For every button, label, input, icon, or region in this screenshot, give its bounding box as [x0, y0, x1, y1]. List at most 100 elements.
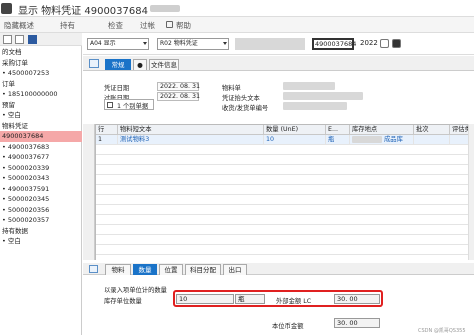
post-date-field[interactable]: 2022. 08. 31	[157, 92, 200, 101]
tree-item[interactable]: • 4900037591	[0, 184, 82, 195]
table-row[interactable]	[96, 225, 474, 235]
tree-item[interactable]: • 5000020356	[0, 205, 82, 216]
cell-line: 1	[96, 135, 118, 145]
valuation-label: 本位币金额	[272, 323, 304, 330]
execute-icon[interactable]	[380, 39, 389, 48]
grid-scrollbar[interactable]	[468, 124, 474, 260]
table-row[interactable]	[96, 145, 474, 155]
cell-qty: 10	[264, 135, 326, 145]
column-batch[interactable]: 批次	[414, 125, 450, 135]
tree-item[interactable]: • 5000020343	[0, 173, 82, 184]
doc-date-label: 凭证日期	[104, 85, 130, 92]
tree-item[interactable]: 采购订单	[0, 58, 82, 69]
redacted-header-text	[283, 92, 363, 100]
tree-item[interactable]: • 4500007253	[0, 68, 82, 79]
item-grid: 行 物料短文本 数量 (UnE) E... 库存地点 批次 评估类型 1 测试物…	[95, 124, 474, 260]
location-text: 成品库	[384, 136, 403, 143]
menu-check[interactable]: 检查	[108, 20, 123, 31]
tree-item[interactable]: 的文档	[0, 47, 82, 58]
redacted-material-slip	[283, 82, 335, 90]
column-location[interactable]: 库存地点	[350, 125, 414, 135]
watermark: CSDN @凯哥QS355	[418, 328, 466, 334]
row-selector-column	[83, 124, 95, 260]
table-row[interactable]: 1 测试物料3 10 瓶 成品库	[96, 135, 474, 145]
collapse-icon[interactable]	[3, 35, 12, 44]
cell-material: 测试物料3	[118, 135, 264, 145]
highlight-box	[173, 290, 383, 307]
tree-item[interactable]: • 5000020339	[0, 163, 82, 174]
column-unit[interactable]: E...	[326, 125, 350, 135]
tab-export[interactable]: 出口	[223, 264, 247, 275]
table-row[interactable]	[96, 185, 474, 195]
document-tree-panel: 的文档 采购订单 • 4500007253 订单 • 185100000000 …	[0, 33, 82, 335]
entry-qty-label: 以录入项单位计的数量	[104, 287, 167, 294]
header-toggle-icon[interactable]	[89, 59, 99, 68]
table-row[interactable]	[96, 235, 474, 245]
tree-item[interactable]: 物料凭证	[0, 121, 82, 132]
table-row[interactable]	[96, 205, 474, 215]
menu-post[interactable]: 过帐	[140, 20, 155, 31]
tab-material[interactable]: 物料	[105, 264, 131, 275]
menu-hold[interactable]: 持有	[60, 20, 75, 31]
expand-icon[interactable]	[15, 35, 24, 44]
tree-item[interactable]: 持有数据	[0, 226, 82, 237]
document-number-input[interactable]: 4900037684	[312, 38, 356, 50]
action-select-value: A04 显示	[90, 40, 116, 47]
slip-count: 1 个别单据	[117, 103, 149, 110]
tree-item[interactable]: 预留	[0, 100, 82, 111]
redacted-bill-number	[283, 102, 347, 110]
binoculars-icon[interactable]	[392, 39, 401, 48]
help-icon	[166, 21, 173, 28]
tree-item[interactable]: • 5000020345	[0, 194, 82, 205]
window-title: 显示 物料凭证 4900037684 -	[18, 6, 155, 17]
table-row[interactable]	[96, 165, 474, 175]
tab-account-assignment[interactable]: 科目分配	[185, 264, 221, 275]
tab-partner-icon[interactable]: ●	[133, 59, 147, 70]
fiscal-year-input[interactable]: 2022	[360, 39, 378, 47]
table-row[interactable]	[96, 245, 474, 255]
stock-qty-label: 库存单位数量	[104, 298, 142, 305]
tree-item[interactable]: • 4900037677	[0, 152, 82, 163]
tree-item[interactable]: 订单	[0, 79, 82, 90]
slip-select[interactable]: 1 个别单据	[104, 99, 154, 110]
tree-item[interactable]: • 4900037683	[0, 142, 82, 153]
tab-doc-info[interactable]: 文件信息	[149, 59, 179, 70]
table-row[interactable]	[96, 215, 474, 225]
column-line[interactable]: 行	[96, 125, 118, 135]
column-qty[interactable]: 数量 (UnE)	[264, 125, 326, 135]
table-row[interactable]	[96, 195, 474, 205]
material-slip-label: 物料单	[222, 85, 241, 92]
menu-help[interactable]: 帮助	[176, 20, 191, 31]
tree-item[interactable]: • 空白	[0, 110, 82, 121]
header-fields	[83, 72, 474, 120]
menu-hide-overview[interactable]: 隐藏概述	[4, 20, 34, 31]
bill-number-label: 收货/发货单编号	[222, 105, 269, 112]
doc-date-field[interactable]: 2022. 08. 31	[157, 82, 200, 91]
chevron-down-icon	[143, 42, 147, 45]
tree-item[interactable]: • 5000020357	[0, 215, 82, 226]
reference-select[interactable]: R02 物料凭证	[157, 38, 229, 50]
app-icon	[1, 3, 12, 14]
tree-item[interactable]: • 185100000000	[0, 89, 82, 100]
tab-where[interactable]: 位置	[159, 264, 183, 275]
valuation-field[interactable]: 30. 00	[334, 318, 380, 328]
tree-item-selected[interactable]: 4900037684	[0, 131, 82, 142]
detail-toggle-icon[interactable]	[89, 265, 98, 273]
selection-toolbar: A04 显示 R02 物料凭证 4900037684 2022	[83, 33, 474, 55]
title-bar: 显示 物料凭证 4900037684 -	[0, 0, 474, 17]
tree-toolbar	[0, 33, 82, 46]
tab-general[interactable]: 常规	[105, 59, 131, 70]
redacted-select	[235, 38, 305, 50]
tab-quantity[interactable]: 数量	[133, 264, 157, 275]
table-row[interactable]	[96, 155, 474, 165]
table-row[interactable]	[96, 175, 474, 185]
header-text-label: 凭证抬头文本	[222, 95, 260, 102]
menu-bar: 隐藏概述 持有 检查 过帐 帮助	[0, 17, 474, 33]
tree-item[interactable]: • 空白	[0, 236, 82, 247]
redacted-title	[150, 5, 180, 12]
action-select[interactable]: A04 显示	[87, 38, 149, 50]
header-tabs: 常规 ● 文件信息	[83, 56, 474, 71]
close-icon[interactable]	[28, 35, 37, 44]
item-detail-tabs: 物料 数量 位置 科目分配 出口	[83, 263, 474, 275]
column-material[interactable]: 物料短文本	[118, 125, 264, 135]
